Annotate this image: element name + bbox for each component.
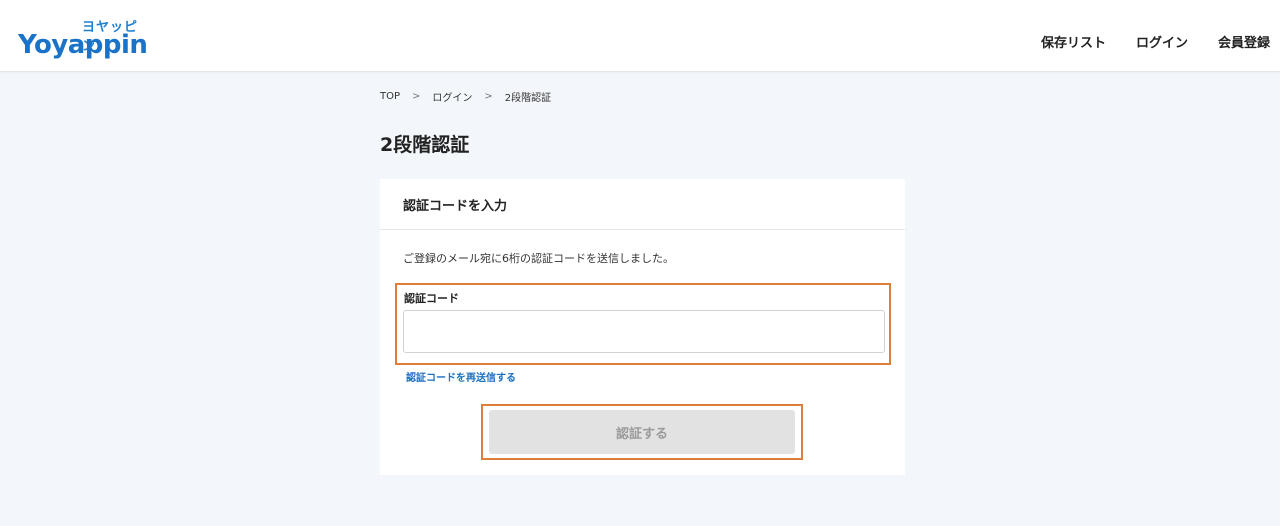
site-logo[interactable]: ヨヤッピン Yoyappin <box>18 16 150 60</box>
breadcrumb-current: 2段階認証 <box>504 93 552 104</box>
page-title: 2段階認証 <box>380 134 470 156</box>
site-header: ヨヤッピン Yoyappin 保存リスト ログイン 会員登録 <box>0 0 1280 72</box>
nav-login[interactable]: ログイン <box>1136 32 1188 51</box>
breadcrumb: TOP > ログイン > 2段階認証 <box>380 89 551 104</box>
logo-wordmark: Yoyappin <box>18 30 148 60</box>
verify-button[interactable]: 認証する <box>489 410 795 454</box>
chevron-right-icon: > <box>484 91 493 102</box>
card-heading: 認証コードを入力 <box>380 179 905 230</box>
submit-highlight: 認証する <box>481 404 803 460</box>
card-description: ご登録のメール宛に6桁の認証コードを送信しました。 <box>403 252 674 265</box>
code-field-highlight: 認証コード <box>395 283 891 365</box>
verification-code-input[interactable] <box>403 310 885 353</box>
nav-register[interactable]: 会員登録 <box>1218 32 1270 51</box>
verification-card: 認証コードを入力 ご登録のメール宛に6桁の認証コードを送信しました。 認証コード… <box>380 179 905 475</box>
chevron-right-icon: > <box>412 91 421 102</box>
breadcrumb-login[interactable]: ログイン <box>432 89 472 104</box>
resend-code-link[interactable]: 認証コードを再送信する <box>406 369 516 384</box>
nav-saved-list[interactable]: 保存リスト <box>1041 32 1106 51</box>
header-nav: 保存リスト ログイン 会員登録 <box>1041 32 1270 51</box>
code-field-label: 認証コード <box>404 292 459 305</box>
breadcrumb-top[interactable]: TOP <box>380 91 400 102</box>
